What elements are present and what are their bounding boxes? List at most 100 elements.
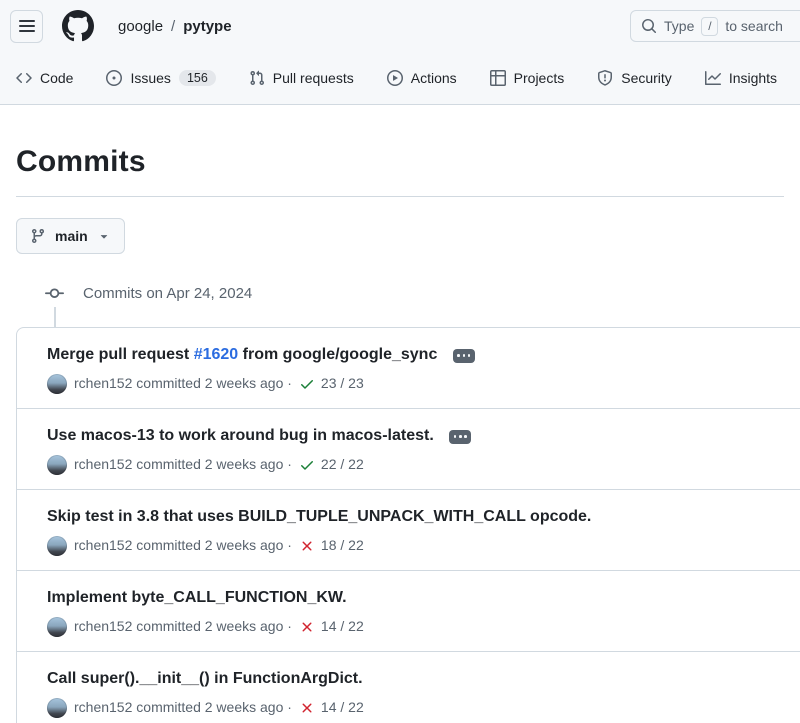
commit-title-pre: Use macos-13 to work around bug in macos… [47,427,434,444]
global-header: google / pytype Type / to search Code Is… [0,0,800,105]
commit-meta: rchen152 committed 2 weeks ago · 22 / 22 [47,454,800,475]
commit-meta: rchen152 committed 2 weeks ago · 18 / 22 [47,535,800,556]
commit-author: rchen152 [74,456,132,472]
commit-meta-text: rchen152 committed 2 weeks ago · [74,454,292,475]
check-status-fail-icon [299,700,315,716]
tab-projects-label: Projects [514,70,565,86]
github-logo[interactable] [62,10,94,42]
breadcrumb-repo-link[interactable]: pytype [183,18,231,35]
commit-meta-text: rchen152 committed 2 weeks ago · [74,697,292,718]
commit-pr-link[interactable]: #1620 [194,346,239,363]
commit-action-time: committed 2 weeks ago [136,537,283,553]
checks-status-link[interactable]: 18 / 22 [299,535,364,556]
issues-count-badge: 156 [179,70,216,87]
search-input[interactable]: Type / to search [630,10,800,42]
breadcrumb: google / pytype [118,18,232,35]
commit-title-pre: Implement byte_CALL_FUNCTION_KW. [47,589,347,606]
commit-action-time: committed 2 weeks ago [136,618,283,634]
tab-code-label: Code [40,70,73,86]
issue-opened-icon [106,70,122,86]
hamburger-menu-button[interactable] [10,10,43,43]
tab-security[interactable]: Security [589,70,680,86]
search-placeholder-after: to search [725,18,783,34]
hamburger-icon [19,20,35,32]
tab-insights-label: Insights [729,70,777,86]
page-title: Commits [16,145,784,179]
search-icon [641,18,657,34]
checks-count: 14 / 22 [321,697,364,718]
commit-action-time: committed 2 weeks ago [136,375,283,391]
tab-pull-requests[interactable]: Pull requests [241,70,362,86]
tab-projects[interactable]: Projects [482,70,573,86]
branch-selector-button[interactable]: main [16,218,125,254]
checks-count: 18 / 22 [321,535,364,556]
tab-insights[interactable]: Insights [697,70,785,86]
checks-status-link[interactable]: 14 / 22 [299,616,364,637]
avatar[interactable] [47,536,67,556]
git-commit-icon [45,284,64,303]
commit-row: Call super().__init__() in FunctionArgDi… [17,651,800,723]
graph-icon [705,70,721,86]
timeline-connector [54,307,56,327]
commit-meta-text: rchen152 committed 2 weeks ago · [74,535,292,556]
commit-group-header: Commits on Apr 24, 2024 [16,284,784,303]
commit-meta-text: rchen152 committed 2 weeks ago · [74,373,292,394]
play-icon [387,70,403,86]
commit-action-time: committed 2 weeks ago [136,699,283,715]
checks-status-link[interactable]: 22 / 22 [299,454,364,475]
commit-message-toggle[interactable] [449,430,471,444]
commit-author: rchen152 [74,375,132,391]
table-icon [490,70,506,86]
check-status-fail-icon [299,538,315,554]
commit-title[interactable]: Merge pull request #1620 from google/goo… [47,343,800,367]
tab-actions[interactable]: Actions [379,70,465,86]
search-placeholder-before: Type [664,18,694,34]
branch-name: main [55,228,88,244]
commit-meta: rchen152 committed 2 weeks ago · 23 / 23 [47,373,800,394]
checks-status-link[interactable]: 14 / 22 [299,697,364,718]
header-top-row: google / pytype Type / to search [0,0,800,52]
commit-title-pre: Skip test in 3.8 that uses BUILD_TUPLE_U… [47,508,591,525]
tab-issues-label: Issues [130,70,170,86]
meta-dot-separator: · [287,375,292,391]
avatar[interactable] [47,698,67,718]
meta-dot-separator: · [287,699,292,715]
meta-dot-separator: · [287,537,292,553]
tab-security-label: Security [621,70,672,86]
commit-group-date: Commits on Apr 24, 2024 [83,285,252,302]
avatar[interactable] [47,617,67,637]
commit-meta: rchen152 committed 2 weeks ago · 14 / 22 [47,697,800,718]
checks-status-link[interactable]: 23 / 23 [299,373,364,394]
commit-message-toggle[interactable] [453,349,475,363]
commit-title[interactable]: Call super().__init__() in FunctionArgDi… [47,667,800,691]
repo-nav: Code Issues 156 Pull requests Actions [0,52,800,104]
checks-count: 22 / 22 [321,454,364,475]
git-pull-request-icon [249,70,265,86]
avatar[interactable] [47,374,67,394]
commit-author: rchen152 [74,618,132,634]
chevron-down-icon [97,229,111,243]
breadcrumb-org-link[interactable]: google [118,18,163,35]
check-status-pass-icon [299,376,315,392]
commit-author: rchen152 [74,537,132,553]
tab-code[interactable]: Code [8,70,81,86]
commit-title[interactable]: Implement byte_CALL_FUNCTION_KW. [47,586,800,610]
meta-dot-separator: · [287,618,292,634]
tab-issues[interactable]: Issues 156 [98,70,223,87]
avatar[interactable] [47,455,67,475]
commit-title[interactable]: Use macos-13 to work around bug in macos… [47,424,800,448]
commit-row: Implement byte_CALL_FUNCTION_KW. rchen15… [17,570,800,651]
check-status-fail-icon [299,619,315,635]
commit-title-pre: Call super().__init__() in FunctionArgDi… [47,670,363,687]
meta-dot-separator: · [287,456,292,472]
commit-list: Merge pull request #1620 from google/goo… [16,327,800,723]
commit-row: Merge pull request #1620 from google/goo… [17,328,800,408]
commit-action-time: committed 2 weeks ago [136,456,283,472]
commit-title[interactable]: Skip test in 3.8 that uses BUILD_TUPLE_U… [47,505,800,529]
commits-page: Commits main Commits on Apr 24, 2024 Mer… [0,145,800,723]
commit-title-post: from google/google_sync [238,346,437,363]
check-status-pass-icon [299,457,315,473]
commit-meta-text: rchen152 committed 2 weeks ago · [74,616,292,637]
checks-count: 14 / 22 [321,616,364,637]
commit-title-pre: Merge pull request [47,346,194,363]
